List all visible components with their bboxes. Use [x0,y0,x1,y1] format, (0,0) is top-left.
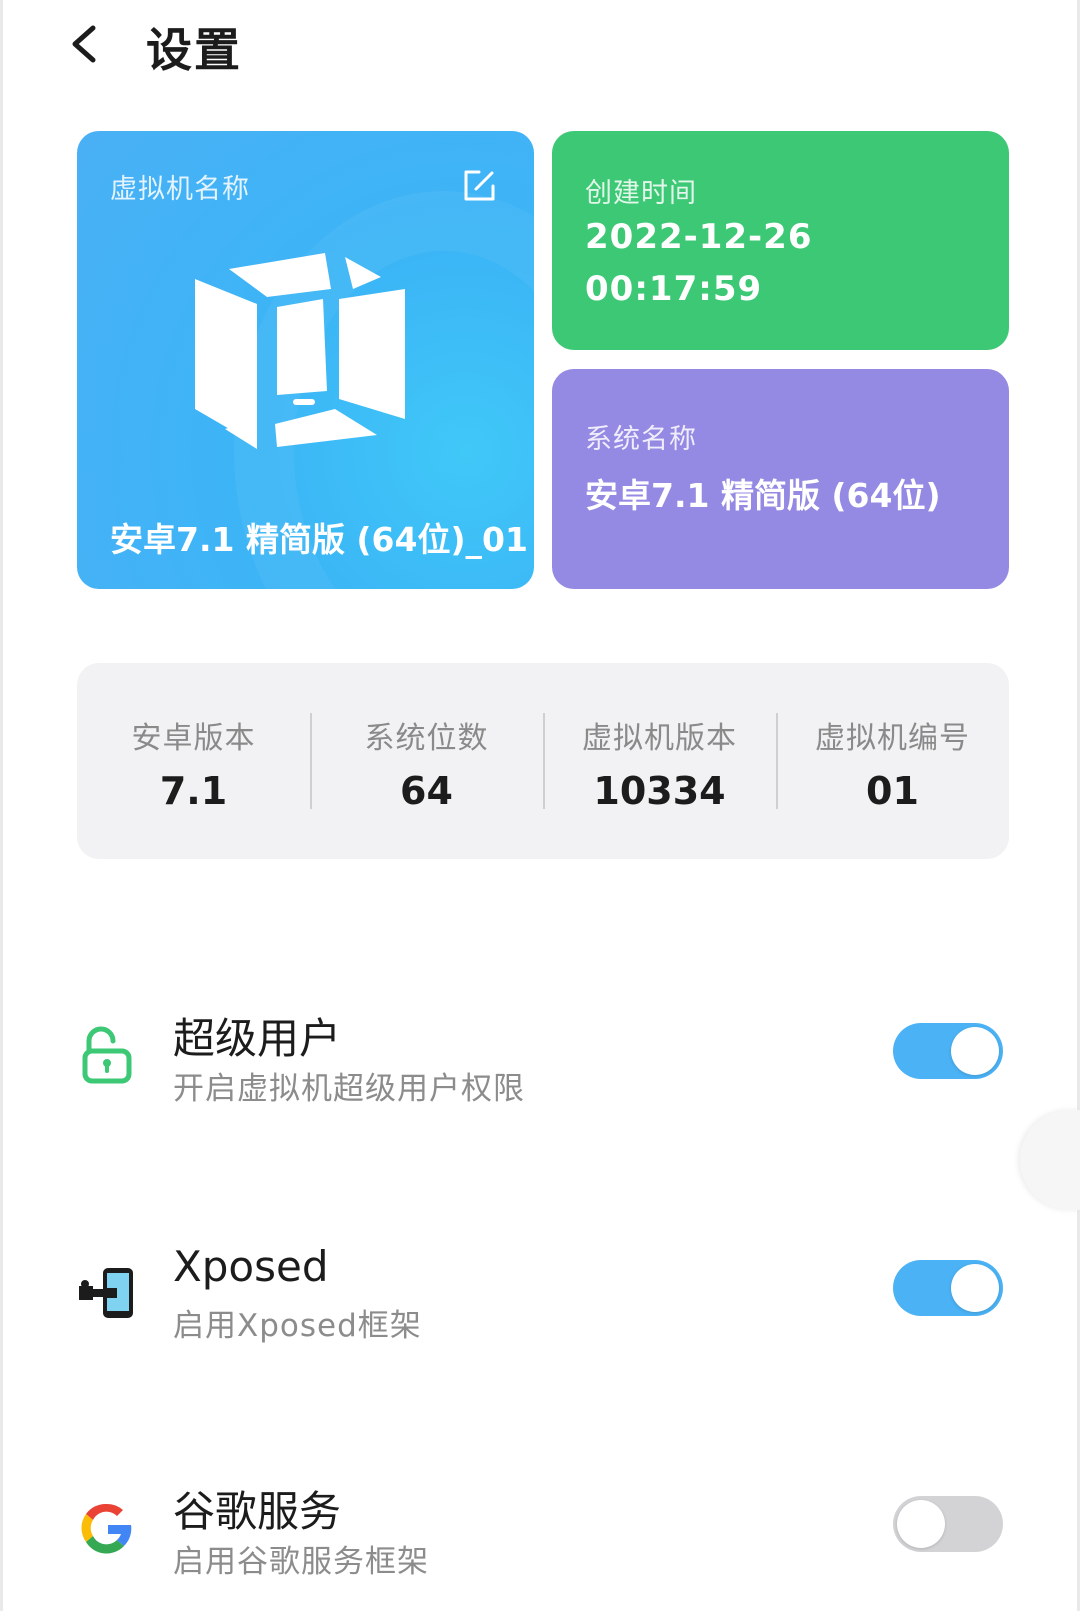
stat-label: 虚拟机版本 [582,721,737,756]
setting-row-xposed[interactable]: Xposed 启用Xposed框架 [3,1242,1077,1352]
creation-date-value: 2022-12-26 [585,217,813,257]
setting-subtitle: 启用谷歌服务框架 [173,1544,429,1580]
stat-value: 64 [400,769,453,813]
vm-name-card: 虚拟机名称 安卓7.1 精简版 (64位)_01 [77,131,534,589]
toggle-knob [897,1500,945,1548]
setting-row-google-services[interactable]: 谷歌服务 启用谷歌服务框架 [3,1478,1077,1588]
creation-time-card: 创建时间 2022-12-26 00:17:59 [552,131,1009,350]
setting-subtitle: 启用Xposed框架 [173,1308,422,1344]
stat-label: 安卓版本 [131,721,256,756]
unlock-icon [82,1026,132,1084]
vm-cube-logo-icon [195,253,405,449]
setting-title: Xposed [173,1242,329,1291]
google-icon [81,1503,132,1554]
xposed-icon [79,1268,133,1318]
creation-clock-value: 00:17:59 [585,269,763,309]
system-name-value: 安卓7.1 精简版 (64位) [585,476,941,515]
system-name-card: 系统名称 安卓7.1 精简版 (64位) [552,369,1009,589]
stat-value: 01 [866,769,919,813]
system-name-label: 系统名称 [585,424,697,455]
vm-stats-panel: 安卓版本 7.1 系统位数 64 虚拟机版本 10334 虚拟机编号 01 [77,663,1009,859]
xposed-toggle[interactable] [893,1260,1003,1316]
page-title: 设置 [146,23,242,77]
stat-label: 虚拟机编号 [815,721,970,756]
setting-row-superuser[interactable]: 超级用户 开启虚拟机超级用户权限 [3,1005,1077,1115]
stat-value: 10334 [593,769,726,813]
toggle-knob [951,1027,999,1075]
vm-name-label: 虚拟机名称 [110,174,250,205]
toggle-knob [951,1264,999,1312]
back-arrow-icon[interactable] [65,22,105,66]
setting-title: 谷歌服务 [173,1487,342,1536]
stat-vm-number: 虚拟机编号 01 [776,713,1009,813]
google-services-toggle[interactable] [893,1496,1003,1552]
stat-label: 系统位数 [364,721,489,756]
setting-title: 超级用户 [173,1014,342,1063]
floating-assistant-button[interactable] [1020,1110,1080,1210]
setting-subtitle: 开启虚拟机超级用户权限 [173,1071,525,1107]
superuser-toggle[interactable] [893,1023,1003,1079]
edit-icon[interactable] [462,169,496,203]
stat-system-bits: 系统位数 64 [310,713,543,813]
creation-time-label: 创建时间 [585,178,697,209]
header: 设置 [3,0,1077,100]
stat-android-version: 安卓版本 7.1 [77,713,310,813]
stat-value: 7.1 [159,769,228,813]
stat-vm-version: 虚拟机版本 10334 [543,713,776,813]
settings-page: 设置 虚拟机名称 安卓7.1 精简版 (64位)_01 创建时间 2022-12… [0,0,1080,1611]
vm-name-value: 安卓7.1 精简版 (64位)_01 [110,520,528,559]
